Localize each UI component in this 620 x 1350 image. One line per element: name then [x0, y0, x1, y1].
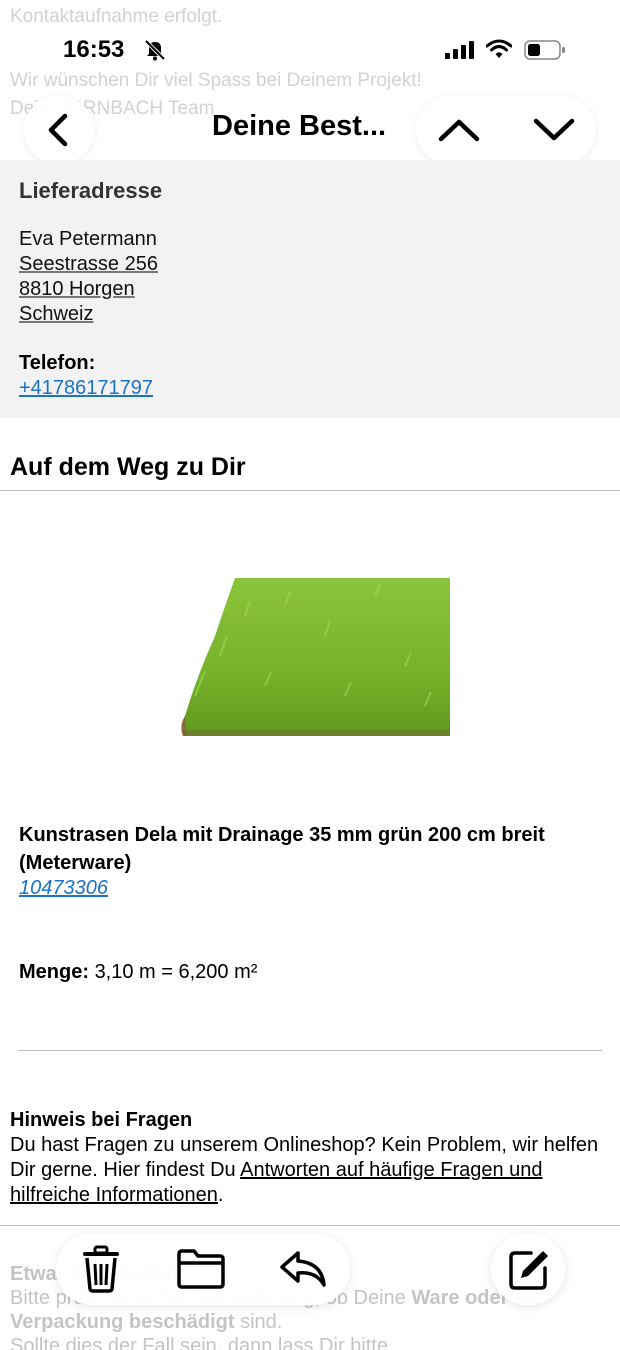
recipient-name: Eva Petermann [19, 228, 157, 250]
phone-link[interactable]: +41786171797 [19, 377, 153, 400]
address-street[interactable]: Seestrasse 256 [19, 253, 158, 276]
folder-icon[interactable] [176, 1249, 226, 1289]
bell-slash-icon [144, 39, 166, 61]
hint-title: Hinweis bei Fragen [10, 1109, 193, 1131]
shipping-heading: Auf dem Weg zu Dir [10, 453, 246, 481]
message-nav-group [416, 96, 596, 164]
divider [18, 1050, 602, 1051]
address-city[interactable]: 8810 Horgen [19, 278, 135, 301]
delivery-heading: Lieferadresse [19, 178, 163, 203]
wifi-icon [486, 39, 512, 58]
compose-icon [509, 1251, 548, 1290]
cellular-signal-icon [445, 41, 474, 59]
product-image[interactable] [175, 576, 450, 738]
damage-line: Verpackung beschädigt sind. [10, 1311, 282, 1334]
divider [0, 490, 620, 491]
quantity: Menge: 3,10 m = 6,200 m² [19, 961, 257, 984]
chevron-up-icon[interactable] [438, 116, 480, 144]
product-sku-link[interactable]: 10473306 [19, 877, 108, 900]
chevron-down-icon[interactable] [533, 116, 575, 144]
trash-icon[interactable] [80, 1245, 122, 1293]
address-country[interactable]: Schweiz [19, 303, 93, 326]
chevron-left-icon [48, 113, 68, 147]
divider [0, 1225, 620, 1226]
back-button[interactable] [24, 96, 94, 164]
background-text-line: Wir wünschen Dir viel Spass bei Deinem P… [10, 70, 422, 91]
hint-text: Du hast Fragen zu unserem Onlineshop? Ke… [10, 1133, 615, 1208]
battery-icon [524, 40, 565, 60]
product-name: Kunstrasen Dela mit Drainage 35 mm grün … [19, 824, 545, 874]
background-text-line: Kontaktaufnahme erfolgt. [10, 6, 223, 27]
page-title: Deine Best... [212, 110, 387, 142]
status-time: 16:53 [63, 36, 125, 63]
damage-text: sind. [234, 1311, 283, 1333]
damage-text-bold: Verpackung beschädigt [10, 1311, 235, 1333]
quantity-value: 3,10 m = 6,200 m² [94, 961, 258, 983]
damage-line: Sollte dies der Fall sein, dann lass Dir… [10, 1335, 388, 1350]
compose-button[interactable] [491, 1233, 565, 1305]
quantity-label: Menge: [19, 961, 89, 983]
hint-text-end: . [217, 1184, 224, 1206]
bottom-toolbar [56, 1233, 350, 1305]
phone-label: Telefon: [19, 352, 96, 374]
reply-icon[interactable] [278, 1249, 328, 1289]
